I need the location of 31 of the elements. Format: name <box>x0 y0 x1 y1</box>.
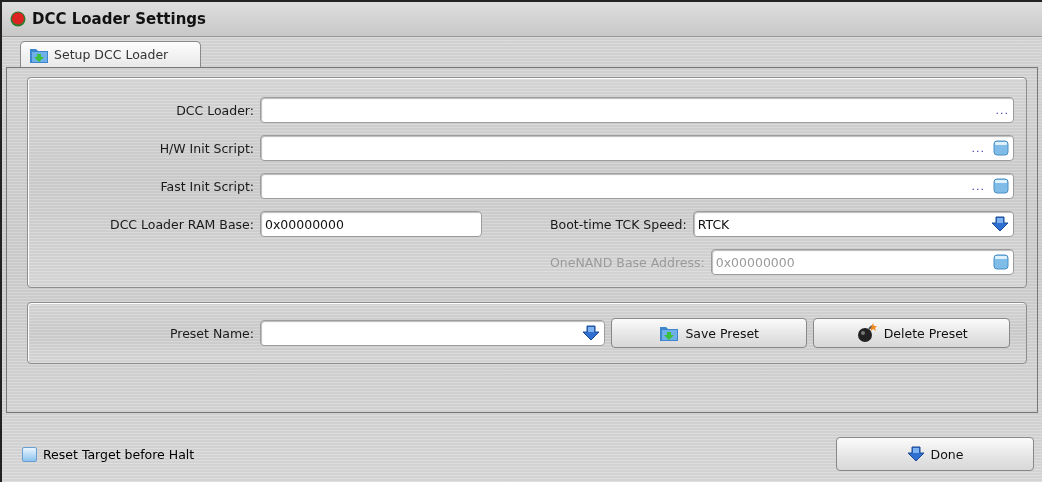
app-icon <box>10 11 26 27</box>
window-title: DCC Loader Settings <box>32 10 206 28</box>
dropdown-arrow-icon[interactable] <box>991 216 1009 232</box>
delete-button[interactable]: Delete Preset <box>813 318 1010 348</box>
field-label: OneNAND Base Address: <box>550 254 705 270</box>
field-label: Fast Init Script: <box>159 178 254 194</box>
browse-button[interactable]: ... <box>995 103 1009 117</box>
field-label: DCC Loader RAM Base: <box>109 216 254 232</box>
done-button[interactable]: Done <box>836 437 1034 471</box>
input-field[interactable]: ... <box>260 173 1014 199</box>
bomb-icon <box>855 323 878 343</box>
input-field[interactable]: 0x00000000 <box>260 211 482 237</box>
checkbox-label[interactable]: Reset Target before Halt <box>43 446 195 462</box>
browse-button[interactable]: ... <box>971 179 985 193</box>
input-field[interactable]: ... <box>260 97 1014 123</box>
field-label: Boot-time TCK Speed: <box>550 216 687 232</box>
checkbox[interactable] <box>22 446 37 462</box>
folder-icon <box>659 324 680 342</box>
down-arrow-icon[interactable] <box>906 446 925 462</box>
tab[interactable]: Setup DCC Loader <box>20 41 202 67</box>
input-field[interactable]: ... <box>260 135 1014 161</box>
dropdown-arrow-icon[interactable] <box>581 325 600 341</box>
field-label: DCC Loader: <box>175 102 254 118</box>
browse-button[interactable]: ... <box>971 141 985 155</box>
field-label: Preset Name: <box>168 325 254 341</box>
tray-icon[interactable] <box>993 178 1009 194</box>
dropdown-field[interactable]: RTCK <box>692 211 1014 237</box>
field-label: H/W Init Script: <box>158 140 254 156</box>
save-button[interactable]: Save Preset <box>610 318 808 348</box>
dropdown-field[interactable] <box>260 320 605 346</box>
tray-icon[interactable] <box>993 140 1009 156</box>
